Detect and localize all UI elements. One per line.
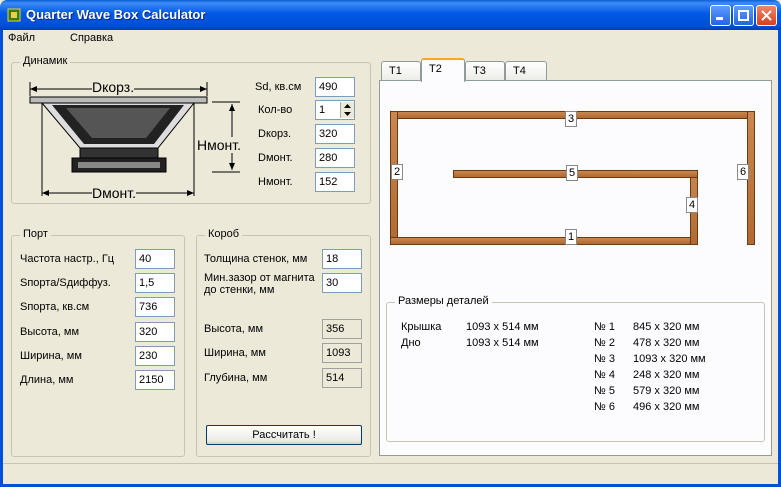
detail-bottom-name: Дно	[401, 337, 421, 349]
port-legend: Порт	[20, 228, 51, 240]
tab-t3[interactable]: T3	[465, 61, 505, 81]
detail-bottom-size: 1093 x 514 мм	[466, 337, 539, 349]
sd-label: Sd, кв.см	[255, 81, 302, 93]
dmont-input[interactable]: 280	[315, 148, 355, 168]
calculate-button[interactable]: Рассчитать !	[206, 425, 362, 445]
panel-label-4: 4	[686, 197, 698, 213]
port-freq-input[interactable]: 40	[135, 249, 175, 269]
panel-label-1: 1	[565, 229, 577, 245]
sd-input[interactable]: 490	[315, 77, 355, 97]
detail-1-size: 845 x 320 мм	[633, 321, 700, 333]
detail-3-num: № 3	[594, 353, 615, 365]
port-freq-label: Частота настр., Гц	[20, 253, 115, 265]
minimize-button[interactable]	[710, 5, 731, 26]
tab-t1[interactable]: T1	[381, 61, 421, 81]
panel-1	[390, 237, 698, 245]
maximize-icon	[738, 10, 749, 21]
wall-thickness-label: Толщина стенок, мм	[204, 253, 308, 265]
minimize-icon	[716, 17, 723, 20]
window-title: Quarter Wave Box Calculator	[26, 7, 206, 22]
box-legend: Короб	[205, 228, 243, 240]
dkorz-label: Dкорз.	[258, 128, 292, 140]
detail-3-size: 1093 x 320 мм	[633, 353, 706, 365]
detail-6-size: 496 x 320 мм	[633, 401, 700, 413]
detail-lid-name: Крышка	[401, 321, 442, 333]
wall-thickness-input[interactable]: 18	[322, 249, 362, 269]
dkorz-input[interactable]: 320	[315, 124, 355, 144]
port-height-input[interactable]: 320	[135, 322, 175, 342]
box-width-label: Ширина, мм	[204, 347, 266, 359]
close-button[interactable]	[756, 5, 777, 26]
port-length-input[interactable]: 2150	[135, 370, 175, 390]
box-height-label: Высота, мм	[204, 323, 264, 335]
min-gap-input[interactable]: 30	[322, 273, 362, 293]
port-width-label: Ширина, мм	[20, 350, 82, 362]
menu-help[interactable]: Справка	[70, 32, 113, 44]
detail-5-num: № 5	[594, 385, 615, 397]
panel-label-2: 2	[391, 164, 403, 180]
port-ratio-input[interactable]: 1,5	[135, 273, 175, 293]
port-width-input[interactable]: 230	[135, 346, 175, 366]
spinner-arrows-icon	[344, 104, 351, 116]
maximize-button[interactable]	[733, 5, 754, 26]
detail-2-size: 478 x 320 мм	[633, 337, 700, 349]
port-ratio-label: Sпорта/Sдиффуз.	[20, 277, 111, 289]
window-frame-left	[0, 30, 3, 487]
box-depth-value: 514	[322, 368, 362, 388]
count-spinner[interactable]	[340, 102, 354, 118]
panel-label-5: 5	[566, 165, 578, 181]
detail-lid-size: 1093 x 514 мм	[466, 321, 539, 333]
label-dmont: Dмонт.	[92, 185, 137, 201]
menu-bar	[0, 30, 781, 47]
box-width-value: 1093	[322, 343, 362, 363]
hmont-label: Нмонт.	[258, 176, 293, 188]
details-legend: Размеры деталей	[395, 295, 492, 307]
label-dkorz: Dкорз.	[92, 79, 135, 95]
detail-4-size: 248 x 320 мм	[633, 369, 700, 381]
port-length-label: Длина, мм	[20, 374, 74, 386]
status-bar	[3, 463, 778, 485]
port-area-input[interactable]: 736	[135, 297, 175, 317]
dmont-label: Dмонт.	[258, 152, 293, 164]
min-gap-label-line2: до стенки, мм	[204, 284, 275, 296]
detail-1-num: № 1	[594, 321, 615, 333]
detail-2-num: № 2	[594, 337, 615, 349]
speaker-legend: Динамик	[20, 55, 71, 67]
panel-label-3: 3	[565, 111, 577, 127]
hmont-input[interactable]: 152	[315, 172, 355, 192]
port-area-label: Sпорта, кв.см	[20, 301, 90, 313]
count-label: Кол-во	[258, 104, 293, 116]
tab-t2[interactable]: T2	[421, 58, 465, 82]
port-height-label: Высота, мм	[20, 326, 80, 338]
menu-file[interactable]: Файл	[8, 32, 35, 44]
detail-4-num: № 4	[594, 369, 615, 381]
app-icon	[6, 7, 22, 23]
details-group: Размеры деталей	[386, 295, 765, 442]
min-gap-label-line1: Мин.зазор от магнита	[204, 272, 315, 284]
detail-5-size: 579 x 320 мм	[633, 385, 700, 397]
label-hmont: Нмонт.	[197, 137, 242, 153]
close-icon	[761, 10, 772, 21]
box-height-value: 356	[322, 319, 362, 339]
box-depth-label: Глубина, мм	[204, 372, 268, 384]
tab-t4[interactable]: T4	[505, 61, 547, 81]
panel-label-6: 6	[737, 164, 749, 180]
detail-6-num: № 6	[594, 401, 615, 413]
